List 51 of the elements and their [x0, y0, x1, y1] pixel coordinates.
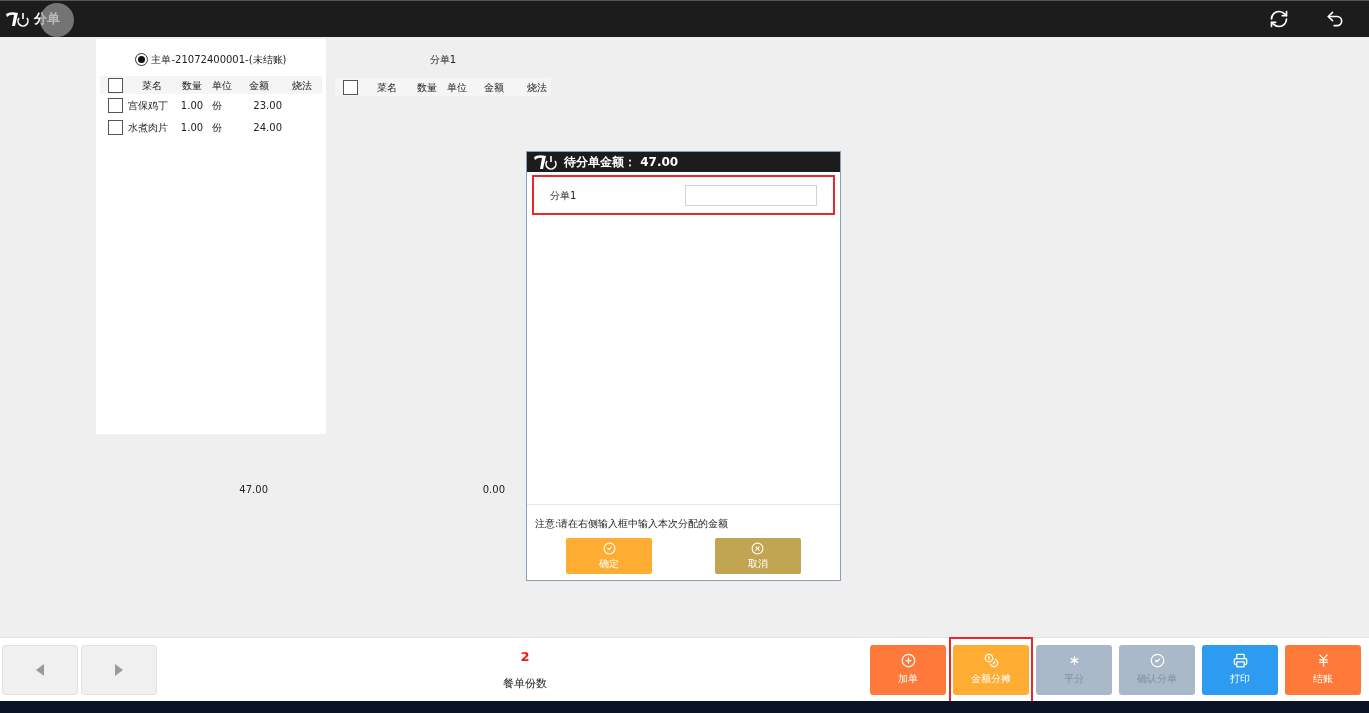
column-header: 数量: [416, 80, 438, 95]
check-icon: [1149, 653, 1165, 668]
table-cell-text: 23.00: [252, 99, 282, 113]
column-header: 烧法: [291, 78, 313, 93]
order-total: 0.00: [481, 483, 505, 497]
table-cell-text: 宫保鸡丁: [128, 99, 169, 113]
confirm-button[interactable]: 确定: [566, 538, 653, 574]
action-button[interactable]: 结账: [1285, 644, 1361, 695]
table-cell-text: 24.00: [252, 121, 282, 135]
column-header: 菜名: [141, 78, 163, 93]
checkbox[interactable]: [108, 120, 123, 135]
table-cell-text: 1.00: [179, 121, 205, 135]
checkbox[interactable]: [108, 77, 123, 93]
table-cell-text: 水煮肉片: [128, 121, 169, 135]
checkbox[interactable]: [343, 79, 358, 95]
amount-input[interactable]: [685, 184, 817, 206]
left-triangle-icon: [36, 663, 44, 676]
back-icon[interactable]: [1325, 9, 1345, 29]
logo-icon: [4, 11, 30, 27]
action-button[interactable]: 金额分摊: [953, 644, 1029, 695]
order-title: 分单1: [429, 53, 457, 67]
logo-icon: [532, 154, 558, 170]
order-total: 47.00: [238, 483, 268, 497]
action-button[interactable]: 打印: [1202, 644, 1278, 695]
note-text: 注意:请在右侧输入框中输入本次分配的金额: [535, 518, 729, 529]
action-button[interactable]: 加单: [870, 644, 946, 695]
coins-icon: [983, 653, 999, 668]
plus-icon: [900, 653, 916, 668]
split-label: 分单1: [550, 188, 577, 203]
column-header: 金额: [483, 80, 505, 95]
order-count-label: 餐单份数: [503, 676, 547, 692]
checkbox[interactable]: [108, 98, 123, 113]
printer-icon: [1232, 653, 1248, 668]
right-triangle-icon: [115, 663, 123, 676]
column-header: 金额: [248, 78, 270, 93]
table-cell-text: 份: [211, 99, 223, 113]
page-title: 分单: [34, 10, 60, 29]
table-cell-text: 1.00: [179, 99, 205, 113]
column-header: 烧法: [526, 80, 548, 95]
column-header: 菜名: [376, 80, 398, 95]
dialog-title: 待分单金额： 47.00: [564, 154, 679, 171]
refresh-icon[interactable]: [1269, 9, 1289, 29]
column-header: 单位: [211, 78, 233, 93]
cancel-button[interactable]: 取消: [714, 538, 801, 574]
close-icon: [751, 541, 765, 555]
table-cell-text: 份: [211, 121, 223, 135]
order-count: 2: [520, 647, 530, 666]
column-header: 数量: [181, 78, 203, 93]
check-icon: [602, 541, 616, 555]
column-header: 单位: [446, 80, 468, 95]
order-title: 主单-21072400001-(未结账): [151, 53, 287, 67]
